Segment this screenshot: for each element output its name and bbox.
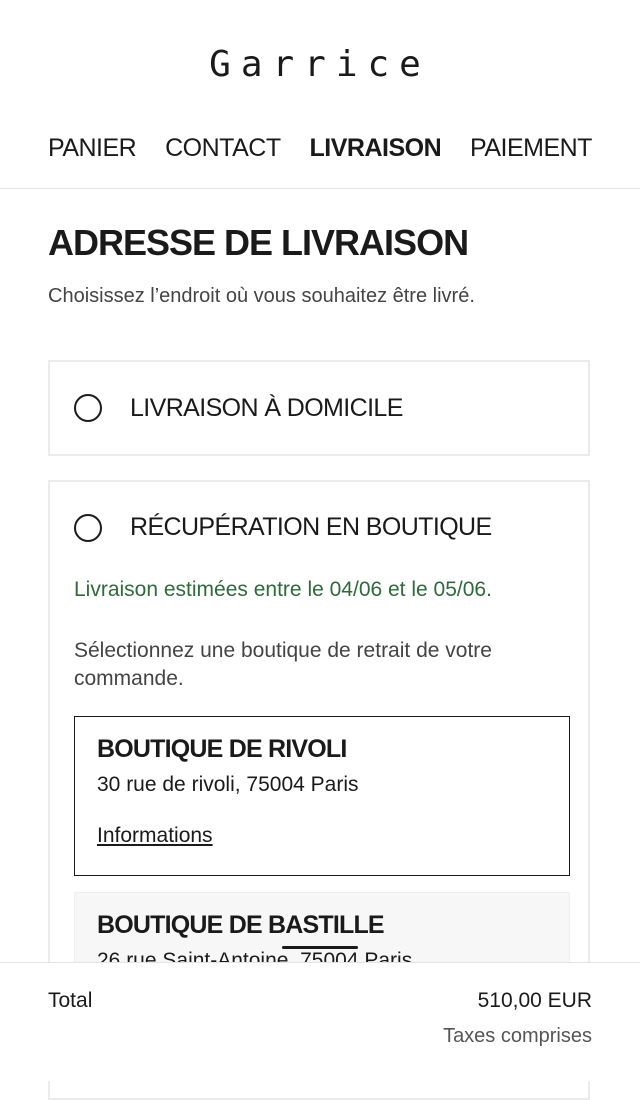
delivery-estimate: Livraison estimées entre le 04/06 et le … [74, 578, 492, 601]
radio-home-delivery[interactable] [74, 394, 102, 422]
step-paiement[interactable]: PAIEMENT [470, 134, 592, 163]
option-home-delivery-label: LIVRAISON À DOMICILE [130, 394, 403, 422]
order-total-bar: Total 510,00 EUR Taxes comprises [0, 962, 640, 1081]
page-title: ADRESSE DE LIVRAISON [48, 222, 469, 263]
store-name: BOUTIQUE DE BASTILLE [97, 911, 385, 939]
store-name: BOUTIQUE DE RIVOLI [97, 735, 347, 763]
page-subtitle: Choisissez l’endroit où vous souhaitez ê… [48, 285, 475, 307]
tax-note: Taxes comprises [443, 1025, 592, 1047]
step-livraison[interactable]: LIVRAISON [310, 134, 442, 163]
option-store-pickup-label: RÉCUPÉRATION EN BOUTIQUE [130, 513, 492, 541]
store-card-rivoli[interactable]: BOUTIQUE DE RIVOLI 30 rue de rivoli, 750… [74, 716, 570, 876]
option-home-delivery[interactable]: LIVRAISON À DOMICILE [48, 360, 590, 456]
radio-store-pickup[interactable] [74, 514, 102, 542]
brand-logo[interactable]: Garrice [0, 43, 640, 85]
scroll-indicator [282, 946, 358, 949]
store-instruction: Sélectionnez une boutique de retrait de … [74, 639, 492, 690]
steps-divider [0, 188, 640, 189]
store-address: 30 rue de rivoli, 75004 Paris [97, 773, 359, 796]
store-info-link[interactable]: Informations [97, 824, 213, 848]
total-value: 510,00 EUR [477, 989, 592, 1012]
brand-logo-text: Garrice [209, 43, 431, 85]
total-label: Total [48, 989, 93, 1012]
step-contact[interactable]: CONTACT [165, 134, 281, 163]
step-panier[interactable]: PANIER [48, 134, 137, 163]
checkout-steps: PANIER CONTACT LIVRAISON PAIEMENT [48, 126, 592, 170]
